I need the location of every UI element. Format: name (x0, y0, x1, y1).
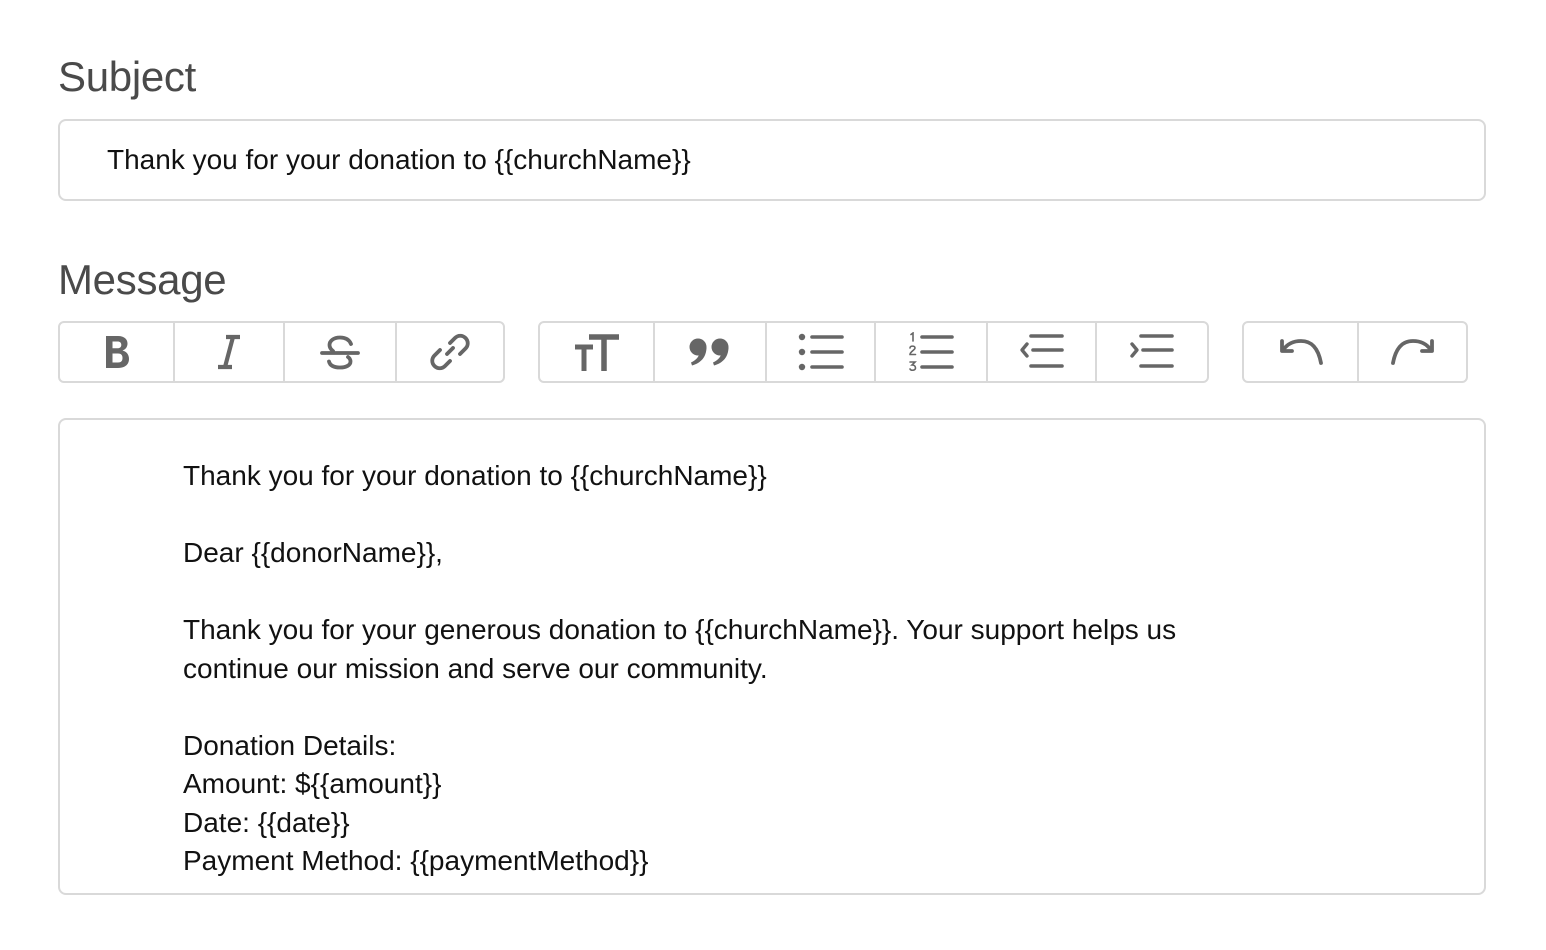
heading-icon (573, 332, 621, 372)
numbered-list-icon (908, 332, 954, 372)
message-label: Message (58, 256, 227, 303)
donation-details-heading: Donation Details: (183, 729, 397, 761)
outdent-icon (1019, 332, 1065, 372)
redo-icon (1390, 337, 1436, 367)
toolbar-format-group (58, 321, 505, 383)
outdent-button[interactable] (988, 323, 1097, 381)
subject-label: Subject (58, 53, 196, 100)
numbered-list-button[interactable] (876, 323, 988, 381)
message-content: Thank you for your donation to {{churchN… (183, 457, 1333, 881)
donation-amount-line: Amount: ${{amount}} (183, 768, 442, 799)
strikethrough-icon (320, 334, 360, 370)
toolbar-history-group (1242, 321, 1468, 383)
strikethrough-button[interactable] (285, 323, 397, 381)
payment-method-line: Payment Method: {{paymentMethod}} (183, 845, 649, 876)
undo-icon (1278, 337, 1324, 367)
donation-date-line: Date: {{date}} (183, 806, 350, 838)
italic-button[interactable] (175, 323, 285, 381)
message-greeting-line: Dear {{donorName}}, (183, 537, 443, 568)
bold-button[interactable] (60, 323, 175, 381)
message-editor[interactable]: Thank you for your donation to {{churchN… (58, 418, 1486, 895)
message-body-line: Thank you for your generous donation to … (183, 614, 1177, 645)
quote-button[interactable] (655, 323, 767, 381)
toolbar-block-group (538, 321, 1209, 383)
italic-icon (214, 334, 244, 370)
heading-button[interactable] (540, 323, 655, 381)
message-body-line: continue our mission and serve our commu… (183, 652, 768, 684)
redo-button[interactable] (1359, 323, 1466, 381)
undo-button[interactable] (1244, 323, 1359, 381)
bullet-list-button[interactable] (767, 323, 876, 381)
indent-icon (1129, 332, 1175, 372)
bold-icon (101, 334, 133, 370)
subject-input[interactable] (58, 119, 1486, 201)
quote-icon (688, 337, 732, 367)
indent-button[interactable] (1097, 323, 1207, 381)
message-heading-line: Thank you for your donation to {{churchN… (183, 460, 767, 491)
link-button[interactable] (397, 323, 503, 381)
bullet-list-icon (798, 332, 844, 372)
link-icon (429, 331, 471, 373)
